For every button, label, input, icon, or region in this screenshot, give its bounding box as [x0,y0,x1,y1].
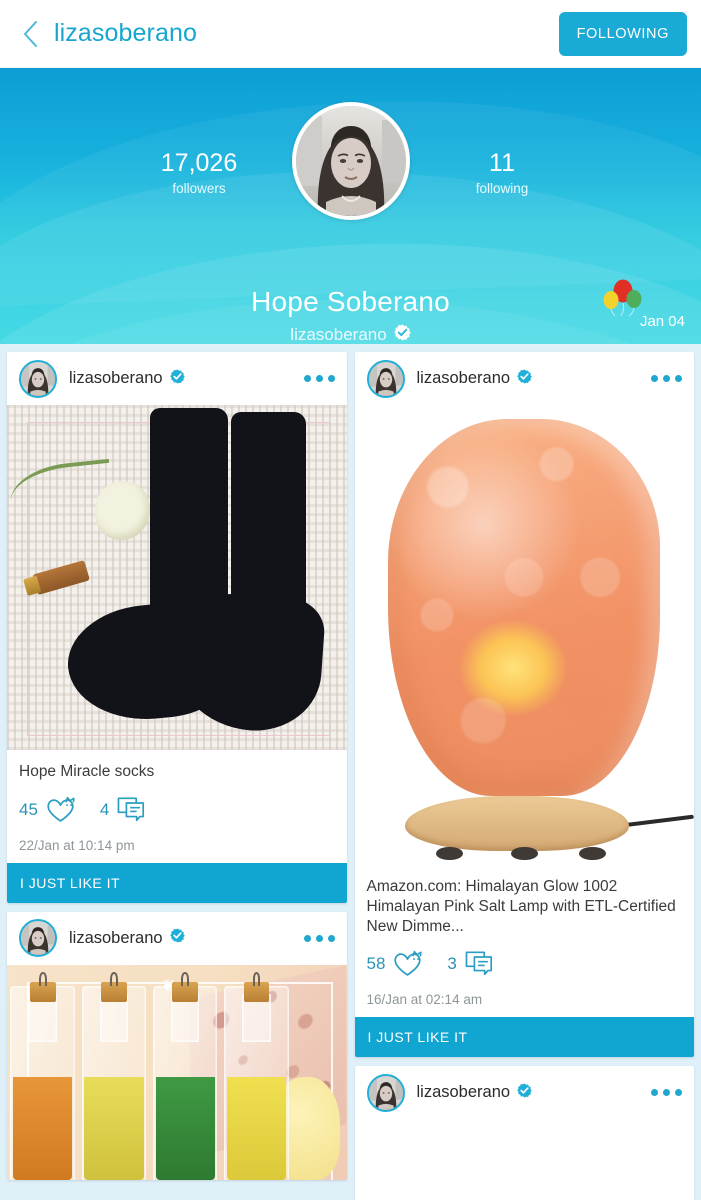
like-count: 58 [366,954,386,974]
post-username[interactable]: lizasoberano [69,929,163,948]
post-card[interactable]: lizasoberano [354,352,695,1058]
post-username[interactable]: lizasoberano [69,369,163,388]
post-image[interactable] [354,1119,694,1200]
post-caption: Hope Miracle socks [19,763,155,780]
balloons-icon [601,278,645,318]
like-metric[interactable]: 58 [367,950,424,978]
birthday-indicator: Jan 04 [640,312,687,330]
avatar-portrait-image [368,1075,403,1110]
profile-identity: Hope Soberano lizasoberano [0,286,701,344]
back-button[interactable] [14,14,48,54]
posts-feed[interactable]: lizasoberano Hope Miracle socks 45 4 22/… [0,344,701,1200]
comment-bubbles-icon [465,951,492,976]
comment-bubbles-icon [118,797,145,821]
verified-badge-icon [517,368,532,389]
avatar-portrait-image [368,361,403,396]
post-image[interactable] [7,405,347,750]
page-title: lizasoberano [54,19,197,47]
chevron-left-icon [24,20,37,47]
avatar[interactable] [366,1073,405,1112]
verified-badge-icon [169,928,185,948]
followers-label: followers [172,181,226,197]
followers-count: 17,026 [160,149,238,177]
comment-count: 4 [99,799,110,819]
more-options-icon[interactable] [651,1089,682,1097]
top-navigation-bar: lizasoberano FOLLOWING [0,0,701,68]
profile-screen: lizasoberano FOLLOWING 17,026 followers [0,0,701,1200]
more-options-icon[interactable] [651,375,682,382]
verified-badge-icon [169,368,185,389]
post-image[interactable]: ❦❧ [7,964,347,1180]
post-header: lizasoberano [355,1066,695,1119]
avatar[interactable] [366,359,405,398]
comment-metric[interactable]: 4 [100,796,148,824]
like-action-bar[interactable]: I JUST LIKE IT [7,862,347,903]
heart-cat-icon [47,796,75,822]
like-action-bar[interactable]: I JUST LIKE IT [354,1017,694,1058]
like-count: 45 [19,799,38,819]
post-metrics: 45 4 [19,796,335,824]
more-options-icon[interactable] [303,934,335,942]
profile-banner: 17,026 followers 11 following Hope Sober… [0,68,701,344]
avatar[interactable] [19,359,57,398]
heart-cat-icon [394,951,423,977]
like-metric[interactable]: 45 [19,796,76,824]
comment-metric[interactable]: 3 [447,950,495,978]
post-timestamp: 22/Jan at 10:14 pm [19,837,135,853]
following-count: 11 [489,149,515,177]
post-header: lizasoberano [7,352,347,405]
comment-count: 3 [447,954,457,974]
post-username[interactable]: lizasoberano [417,369,511,388]
post-card[interactable]: lizasoberano [354,1066,695,1200]
feed-column-left: lizasoberano Hope Miracle socks 45 4 22/… [7,352,347,1180]
followers-stat[interactable]: 17,026 followers [107,102,292,197]
post-body: Amazon.com: Himalayan Glow 1002 Himalaya… [355,865,695,1017]
avatar-portrait-image [295,106,406,216]
display-name: Hope Soberano [251,286,450,317]
more-options-icon[interactable] [303,375,335,382]
post-body: Hope Miracle socks 45 4 22/Jan at 10:14 … [7,750,347,863]
verified-badge-icon [393,324,411,344]
avatar-portrait-image [21,921,55,956]
following-label: following [475,181,529,197]
avatar-portrait-image [21,361,55,396]
feed-column-right: lizasoberano Amazon.com: Himalayan Glow … [354,352,695,1200]
post-timestamp: 16/Jan at 02:14 am [366,992,483,1008]
verified-badge-icon [517,1083,532,1103]
post-metrics: 58 3 [367,950,683,978]
post-username[interactable]: lizasoberano [417,1083,511,1102]
profile-handle: lizasoberano [290,325,387,344]
post-header: lizasoberano [7,912,347,965]
post-image[interactable] [354,405,694,865]
following-button[interactable]: FOLLOWING [558,12,687,56]
birthday-date: Jan 04 [639,313,685,330]
post-caption: Amazon.com: Himalayan Glow 1002 Himalaya… [366,878,676,935]
avatar[interactable] [291,102,410,220]
avatar[interactable] [19,919,57,958]
post-card[interactable]: lizasoberano [7,352,347,903]
following-stat[interactable]: 11 following [410,102,595,197]
profile-stats: 17,026 followers 11 following [0,102,701,220]
post-card[interactable]: lizasoberano ❦❧ [7,911,347,1180]
post-header: lizasoberano [355,352,695,405]
